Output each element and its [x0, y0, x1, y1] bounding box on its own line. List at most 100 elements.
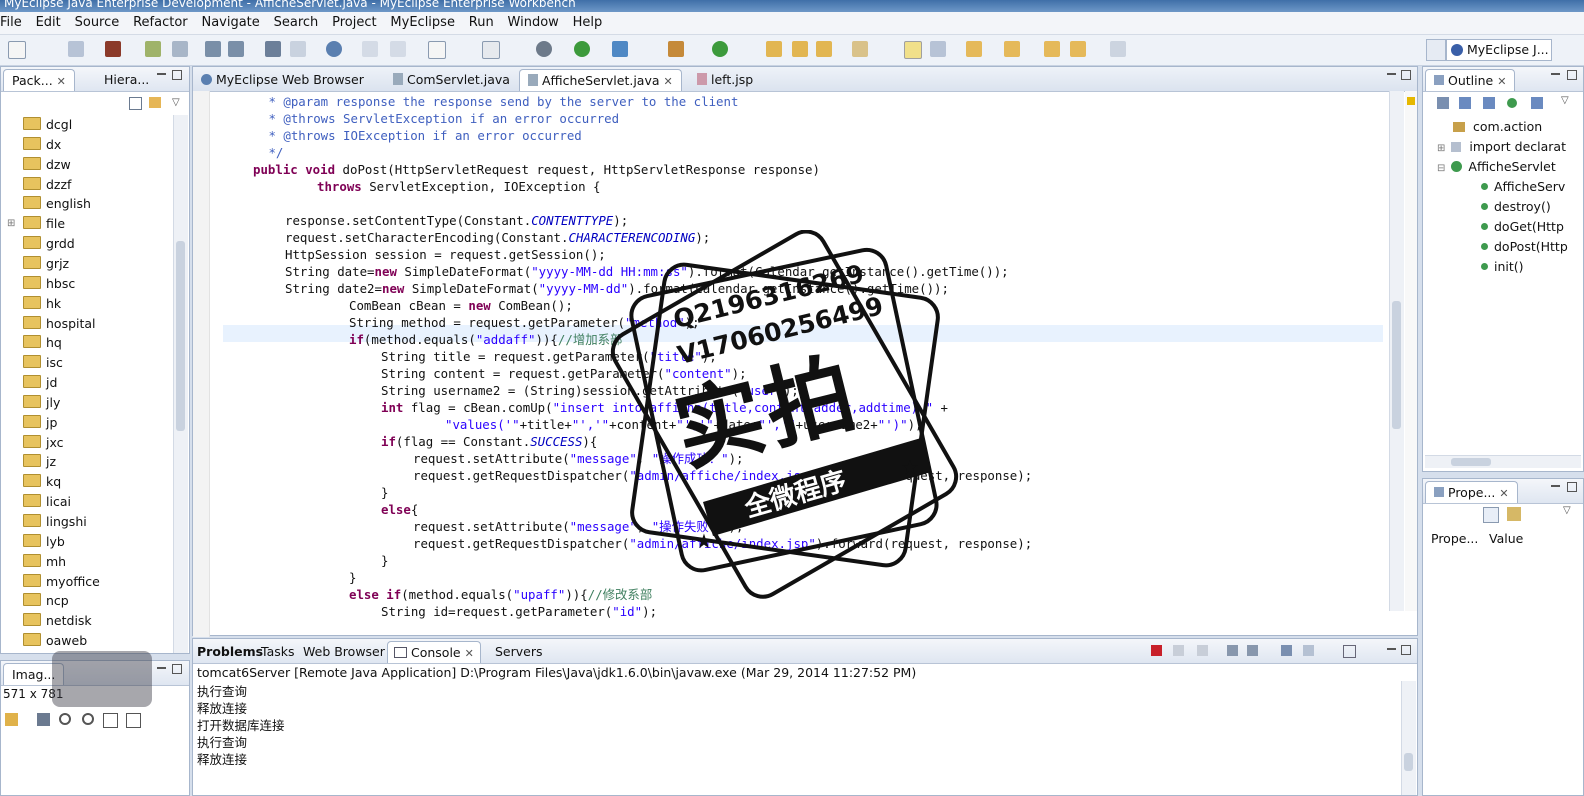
fit-icon[interactable] — [5, 713, 18, 726]
tree-item[interactable]: grjz — [23, 254, 69, 273]
toggle-block-icon[interactable] — [930, 41, 946, 57]
display-console-icon[interactable] — [1303, 645, 1314, 656]
menu-search[interactable]: Search — [269, 12, 324, 34]
hide-fields-icon[interactable] — [1459, 97, 1471, 109]
close-icon[interactable]: ✕ — [1499, 487, 1508, 500]
maximize-icon[interactable] — [1567, 70, 1577, 80]
scroll-lock-icon[interactable] — [1247, 645, 1258, 656]
tree-item[interactable]: jxc — [23, 433, 64, 452]
tree-item[interactable]: hbsc — [23, 274, 75, 293]
tree-item[interactable]: myoffice — [23, 572, 100, 591]
menu-edit[interactable]: Edit — [31, 12, 66, 34]
tab-outline[interactable]: Outline ✕ — [1425, 69, 1516, 91]
tab-properties[interactable]: Prope... ✕ — [1425, 481, 1518, 503]
outline-item-init[interactable]: init() — [1481, 257, 1524, 276]
new-wizard-icon[interactable] — [482, 41, 500, 59]
zoom-in-icon[interactable] — [82, 713, 94, 725]
tree-item[interactable]: lyb — [23, 532, 65, 551]
actual-size-icon[interactable] — [103, 713, 118, 728]
close-icon[interactable]: ✕ — [664, 75, 673, 88]
menu-project[interactable]: Project — [327, 12, 381, 34]
save-icon[interactable] — [68, 41, 84, 57]
deploy-icon[interactable] — [172, 41, 188, 57]
outline-item-dopost[interactable]: doPost(Http — [1481, 237, 1568, 256]
tree-item[interactable]: ncp — [23, 591, 69, 610]
advanced-icon[interactable] — [1507, 507, 1521, 521]
zoom-out-icon[interactable] — [59, 713, 71, 725]
search-icon[interactable] — [668, 41, 684, 57]
tree-item[interactable]: mh — [23, 552, 66, 571]
menu-refactor[interactable]: Refactor — [128, 12, 193, 34]
tab-web-browser[interactable]: MyEclipse Web Browser — [193, 69, 372, 90]
expand-icon[interactable]: ⊞ — [1437, 143, 1445, 154]
perspective-button[interactable]: MyEclipse J... — [1446, 39, 1552, 61]
editor-scrollbar[interactable] — [1389, 91, 1404, 611]
print-icon[interactable] — [105, 41, 121, 57]
tab-servers[interactable]: Servers — [489, 641, 549, 662]
tree-item[interactable]: kq — [23, 472, 61, 491]
collapse-all-icon[interactable] — [129, 97, 142, 110]
terminate-icon[interactable] — [1151, 645, 1162, 656]
refresh-icon[interactable] — [712, 41, 728, 57]
tree-item[interactable]: jp — [23, 413, 57, 432]
hide-static-icon[interactable] — [1483, 97, 1495, 109]
expand-icon[interactable]: ⊞ — [7, 214, 15, 233]
tree-item[interactable]: hq — [23, 333, 62, 352]
menu-window[interactable]: Window — [503, 12, 564, 34]
tab-console[interactable]: Console ✕ — [387, 641, 481, 663]
last-edit-icon[interactable] — [1110, 41, 1126, 57]
menu-navigate[interactable]: Navigate — [196, 12, 264, 34]
tab-problems[interactable]: Problems — [193, 641, 267, 662]
prev-annotation-icon[interactable] — [1004, 41, 1020, 57]
open-resource-icon[interactable] — [390, 41, 406, 57]
tree-item[interactable]: licai — [23, 492, 71, 511]
forward-icon[interactable] — [1070, 41, 1086, 57]
outline-item-imports[interactable]: ⊞ import declarat — [1437, 137, 1566, 156]
image-icon[interactable] — [37, 713, 50, 726]
outline-item-constructor[interactable]: AfficheServ — [1481, 177, 1565, 196]
menu-help[interactable]: Help — [568, 12, 608, 34]
next-annotation-icon[interactable] — [966, 41, 982, 57]
tab-package-explorer[interactable]: Pack... ✕ — [3, 69, 75, 91]
tree-item[interactable]: english — [23, 194, 91, 213]
menu-myeclipse[interactable]: MyEclipse — [385, 12, 460, 34]
debug-icon[interactable] — [536, 41, 552, 57]
close-icon[interactable]: ✕ — [465, 647, 474, 660]
bookmark-icon[interactable] — [792, 41, 808, 57]
open-type-icon[interactable] — [362, 41, 378, 57]
tree-item[interactable]: oaweb — [23, 631, 87, 650]
tree-item[interactable]: hk — [23, 294, 61, 313]
tab-web-browser-view[interactable]: Web Browser — [299, 641, 389, 662]
tab-left-jsp[interactable]: left.jsp — [689, 69, 761, 90]
tree-item[interactable]: lingshi — [23, 512, 87, 531]
close-icon[interactable]: ✕ — [57, 75, 66, 88]
globe-icon[interactable] — [326, 41, 342, 57]
tree-item[interactable]: ⊞ file — [7, 214, 65, 233]
maximize-icon[interactable] — [1401, 645, 1411, 655]
tree-item[interactable]: dx — [23, 135, 61, 154]
maximize-icon[interactable] — [1401, 70, 1411, 80]
pencil-icon[interactable] — [852, 41, 868, 57]
minimize-icon[interactable] — [1551, 485, 1560, 487]
pin-console-icon[interactable] — [1281, 645, 1292, 656]
outline-item-doget[interactable]: doGet(Http — [1481, 217, 1564, 236]
view-menu-icon[interactable]: ▽ — [1561, 95, 1569, 106]
toggle-mark-icon[interactable] — [904, 41, 922, 59]
server-icon[interactable] — [205, 41, 221, 57]
minimize-icon[interactable] — [157, 73, 166, 75]
minimize-icon[interactable] — [1551, 73, 1560, 75]
new-class-icon[interactable] — [290, 41, 306, 57]
categories-icon[interactable] — [1483, 507, 1499, 523]
hide-local-types-icon[interactable] — [1531, 97, 1543, 109]
tree-item[interactable]: jd — [23, 373, 57, 392]
outline-hscrollbar[interactable] — [1425, 455, 1581, 468]
outline-item-package[interactable]: com.action — [1453, 117, 1542, 136]
menu-run[interactable]: Run — [464, 12, 499, 34]
warning-marker-icon[interactable] — [1407, 97, 1415, 105]
tab-afficheservlet[interactable]: AfficheServlet.java ✕ — [519, 69, 682, 91]
minimize-icon[interactable] — [157, 667, 166, 669]
back-icon[interactable] — [1044, 41, 1060, 57]
tree-item[interactable]: netdisk — [23, 611, 92, 630]
menu-file[interactable]: File — [0, 12, 27, 34]
build-icon[interactable] — [145, 41, 161, 57]
